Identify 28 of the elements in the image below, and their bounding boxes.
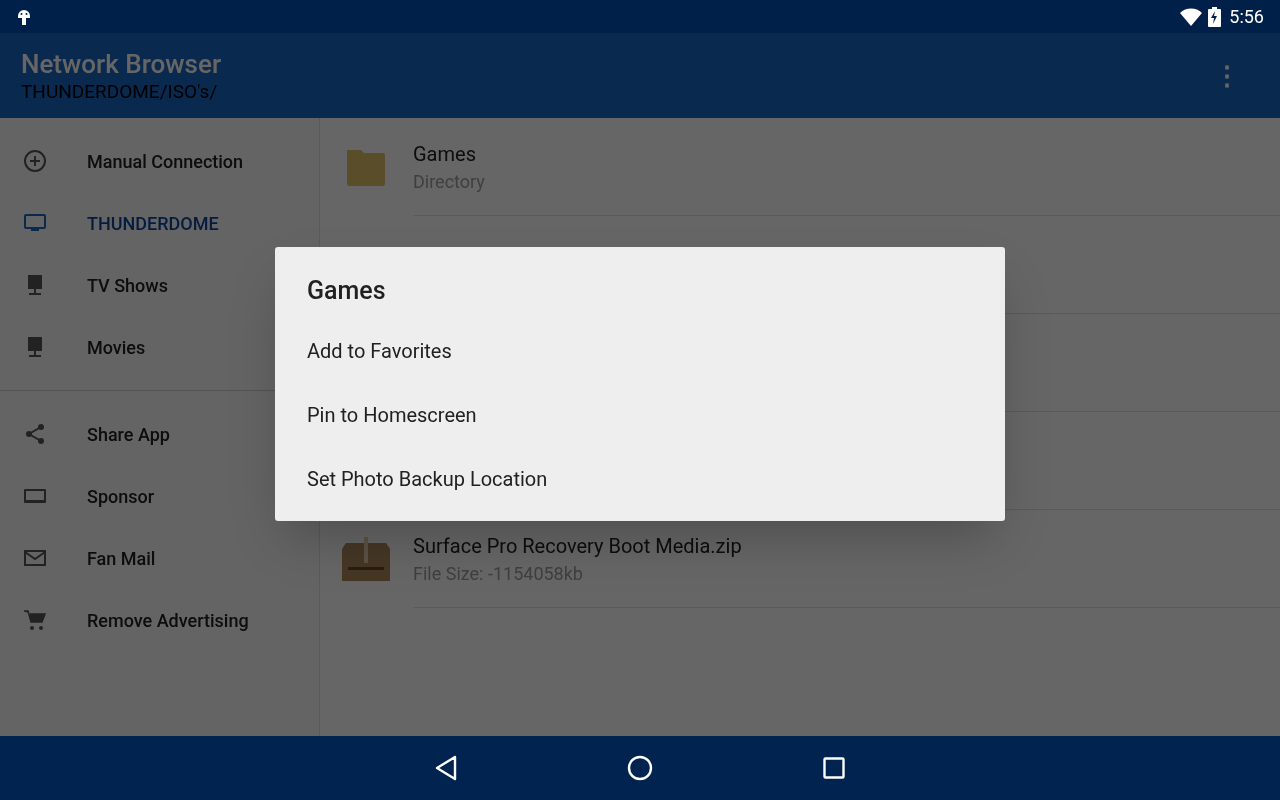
- drawer-item[interactable]: TV Shows: [0, 254, 172, 316]
- drawer-item[interactable]: Manual Connection: [0, 130, 248, 192]
- plus-circle-icon: [23, 149, 47, 173]
- recents-icon[interactable]: [823, 757, 845, 779]
- dialog-option[interactable]: Pin to Homescreen: [275, 383, 1005, 447]
- dialog-option[interactable]: Add to Favorites: [275, 319, 1005, 383]
- home-icon[interactable]: [627, 755, 653, 781]
- back-icon[interactable]: [435, 755, 457, 781]
- android-icon: [16, 7, 32, 26]
- current-path: THUNDERDOME/ISO's/: [21, 79, 219, 104]
- drawer-item[interactable]: Sponsor: [0, 465, 159, 527]
- drawer-item[interactable]: Movies: [0, 316, 150, 378]
- battery-charging-icon: [1208, 6, 1222, 27]
- cart-icon: [23, 608, 47, 632]
- drawer-item[interactable]: Fan Mail: [0, 527, 160, 589]
- app-title: Network Browser: [21, 47, 223, 80]
- clock-time: 5:56: [1229, 5, 1264, 29]
- dialog-option[interactable]: Set Photo Backup Location: [275, 447, 1005, 511]
- drawer-item[interactable]: Share App: [0, 403, 174, 465]
- share-icon: [23, 422, 47, 446]
- dialog-title: Games: [306, 275, 387, 307]
- wifi-icon: [1180, 7, 1203, 26]
- more-options-button[interactable]: ⋮: [1214, 62, 1240, 89]
- file-name[interactable]: Games: [413, 140, 485, 168]
- drawer-item[interactable]: THUNDERDOME: [0, 192, 223, 254]
- drawer-item[interactable]: Remove Advertising: [0, 589, 253, 651]
- package-icon: [342, 537, 390, 581]
- file-name[interactable]: Surface Pro Recovery Boot Media.zip: [413, 532, 742, 560]
